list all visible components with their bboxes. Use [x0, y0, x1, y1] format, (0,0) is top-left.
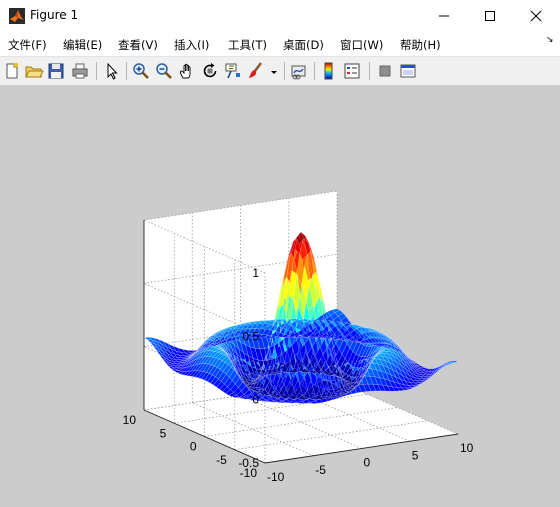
menu-undock-arrow-icon[interactable]: ↘ — [546, 35, 554, 45]
title-bar: Figure 1 — [0, 0, 560, 32]
y-tick-label: -10 — [240, 466, 258, 480]
x-tick-label: 0 — [364, 456, 371, 470]
window-title: Figure 1 — [30, 8, 79, 22]
zoom-in-icon[interactable] — [131, 61, 151, 81]
z-tick-label: 1 — [252, 266, 259, 280]
menu-bar: 文件(F) 编辑(E) 查看(V) 插入(I) 工具(T) 桌面(D) 窗口(W… — [0, 32, 560, 56]
brush-dropdown-arrow-icon[interactable] — [268, 61, 280, 81]
maximize-button[interactable] — [467, 0, 513, 32]
menu-view[interactable]: 查看(V) — [118, 37, 158, 53]
figure-canvas: -0.5 0 0.5 1 -10 -5 0 5 10 -10 -5 0 5 10 — [0, 85, 560, 507]
brush-icon[interactable] — [246, 61, 266, 81]
insert-legend-icon[interactable] — [342, 61, 362, 81]
print-icon[interactable] — [70, 61, 90, 81]
x-tick-label: -10 — [267, 470, 285, 484]
menu-edit[interactable]: 编辑(E) — [63, 37, 102, 53]
y-tick-label: 10 — [123, 413, 137, 427]
minimize-icon — [439, 15, 449, 17]
y-tick-label: -5 — [216, 453, 227, 467]
zoom-out-icon[interactable] — [154, 61, 174, 81]
rotate-3d-icon[interactable] — [200, 61, 220, 81]
menu-tools[interactable]: 工具(T) — [228, 37, 267, 53]
menu-desktop[interactable]: 桌面(D) — [283, 37, 324, 53]
link-plot-icon[interactable] — [289, 61, 309, 81]
x-tick-label: -5 — [315, 463, 326, 477]
show-plot-tools-icon[interactable] — [398, 61, 418, 81]
menu-window[interactable]: 窗口(W) — [340, 37, 383, 53]
figure-toolbar — [0, 56, 560, 86]
insert-colorbar-icon[interactable] — [319, 61, 339, 81]
x-tick-label: 5 — [412, 448, 419, 462]
edit-plot-arrow-icon[interactable] — [101, 61, 121, 81]
maximize-icon — [485, 11, 495, 21]
y-tick-label: 5 — [160, 426, 167, 440]
minimize-button[interactable] — [421, 0, 467, 32]
close-button[interactable] — [513, 0, 559, 32]
close-icon — [530, 10, 542, 22]
y-tick-label: 0 — [190, 440, 197, 454]
x-tick-label: 10 — [460, 441, 474, 455]
save-icon[interactable] — [46, 61, 66, 81]
menu-file[interactable]: 文件(F) — [8, 37, 47, 53]
menu-help[interactable]: 帮助(H) — [400, 37, 441, 53]
z-tick-label: 0.5 — [242, 329, 259, 343]
new-figure-icon[interactable] — [2, 61, 22, 81]
menu-insert[interactable]: 插入(I) — [174, 37, 209, 53]
pan-hand-icon[interactable] — [177, 61, 197, 81]
hide-plot-tools-icon[interactable] — [375, 61, 395, 81]
z-tick-label: 0 — [252, 393, 259, 407]
data-cursor-icon[interactable] — [223, 61, 243, 81]
surface-plot[interactable]: -0.500.51-10-50510-10-50510 — [0, 85, 560, 507]
matlab-logo-icon — [9, 8, 25, 24]
open-file-icon[interactable] — [24, 61, 44, 81]
